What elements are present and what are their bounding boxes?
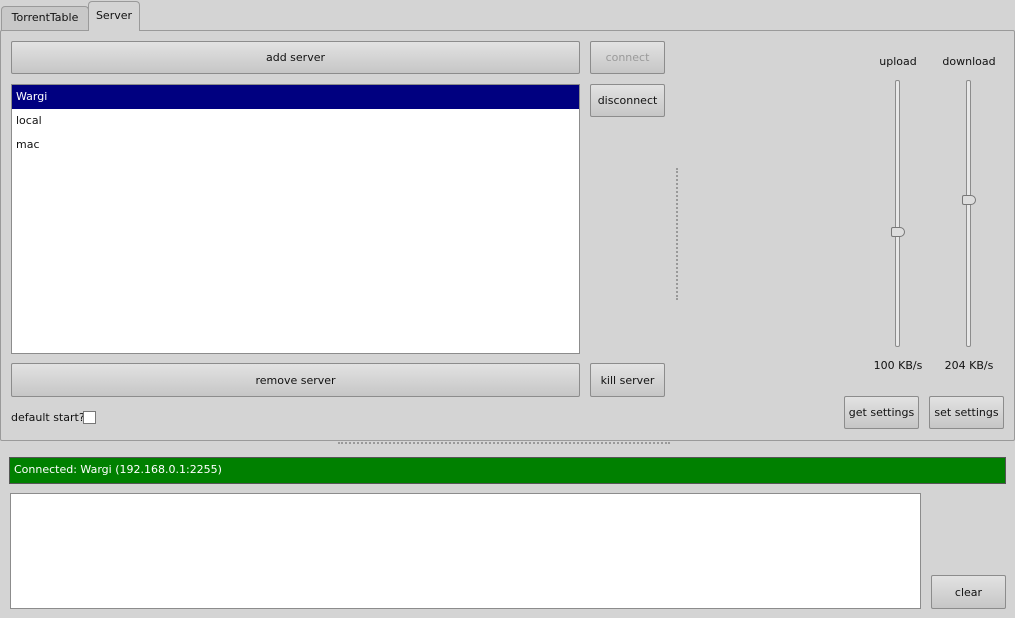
- upload-value: 100 KB/s: [873, 359, 923, 372]
- status-bar: Connected: Wargi (192.168.0.1:2255): [9, 457, 1006, 484]
- disconnect-button[interactable]: disconnect: [590, 84, 665, 117]
- clear-button[interactable]: clear: [931, 575, 1006, 609]
- download-slider-thumb[interactable]: [962, 195, 976, 206]
- list-item[interactable]: local: [12, 109, 579, 133]
- set-settings-button[interactable]: set settings: [929, 396, 1004, 429]
- tab-server[interactable]: Server: [88, 1, 140, 31]
- upload-slider[interactable]: [895, 80, 900, 347]
- download-value: 204 KB/s: [944, 359, 994, 372]
- connect-button: connect: [590, 41, 665, 74]
- list-item[interactable]: mac: [12, 133, 579, 157]
- upload-label: upload: [879, 55, 917, 68]
- default-start-checkbox[interactable]: [83, 411, 96, 424]
- kill-server-button[interactable]: kill server: [590, 363, 665, 397]
- default-start-label: default start?: [11, 411, 85, 424]
- splitter-handle[interactable]: [676, 168, 678, 300]
- log-output[interactable]: [10, 493, 921, 609]
- upload-slider-thumb[interactable]: [891, 227, 905, 238]
- download-slider[interactable]: [966, 80, 971, 347]
- add-server-button[interactable]: add server: [11, 41, 580, 74]
- get-settings-button[interactable]: get settings: [844, 396, 919, 429]
- splitter-handle[interactable]: [338, 442, 670, 445]
- download-label: download: [942, 55, 996, 68]
- list-item[interactable]: Wargi: [12, 85, 579, 109]
- tab-torrenttable[interactable]: TorrentTable: [1, 6, 89, 31]
- server-list[interactable]: Wargi local mac: [11, 84, 580, 354]
- remove-server-button[interactable]: remove server: [11, 363, 580, 397]
